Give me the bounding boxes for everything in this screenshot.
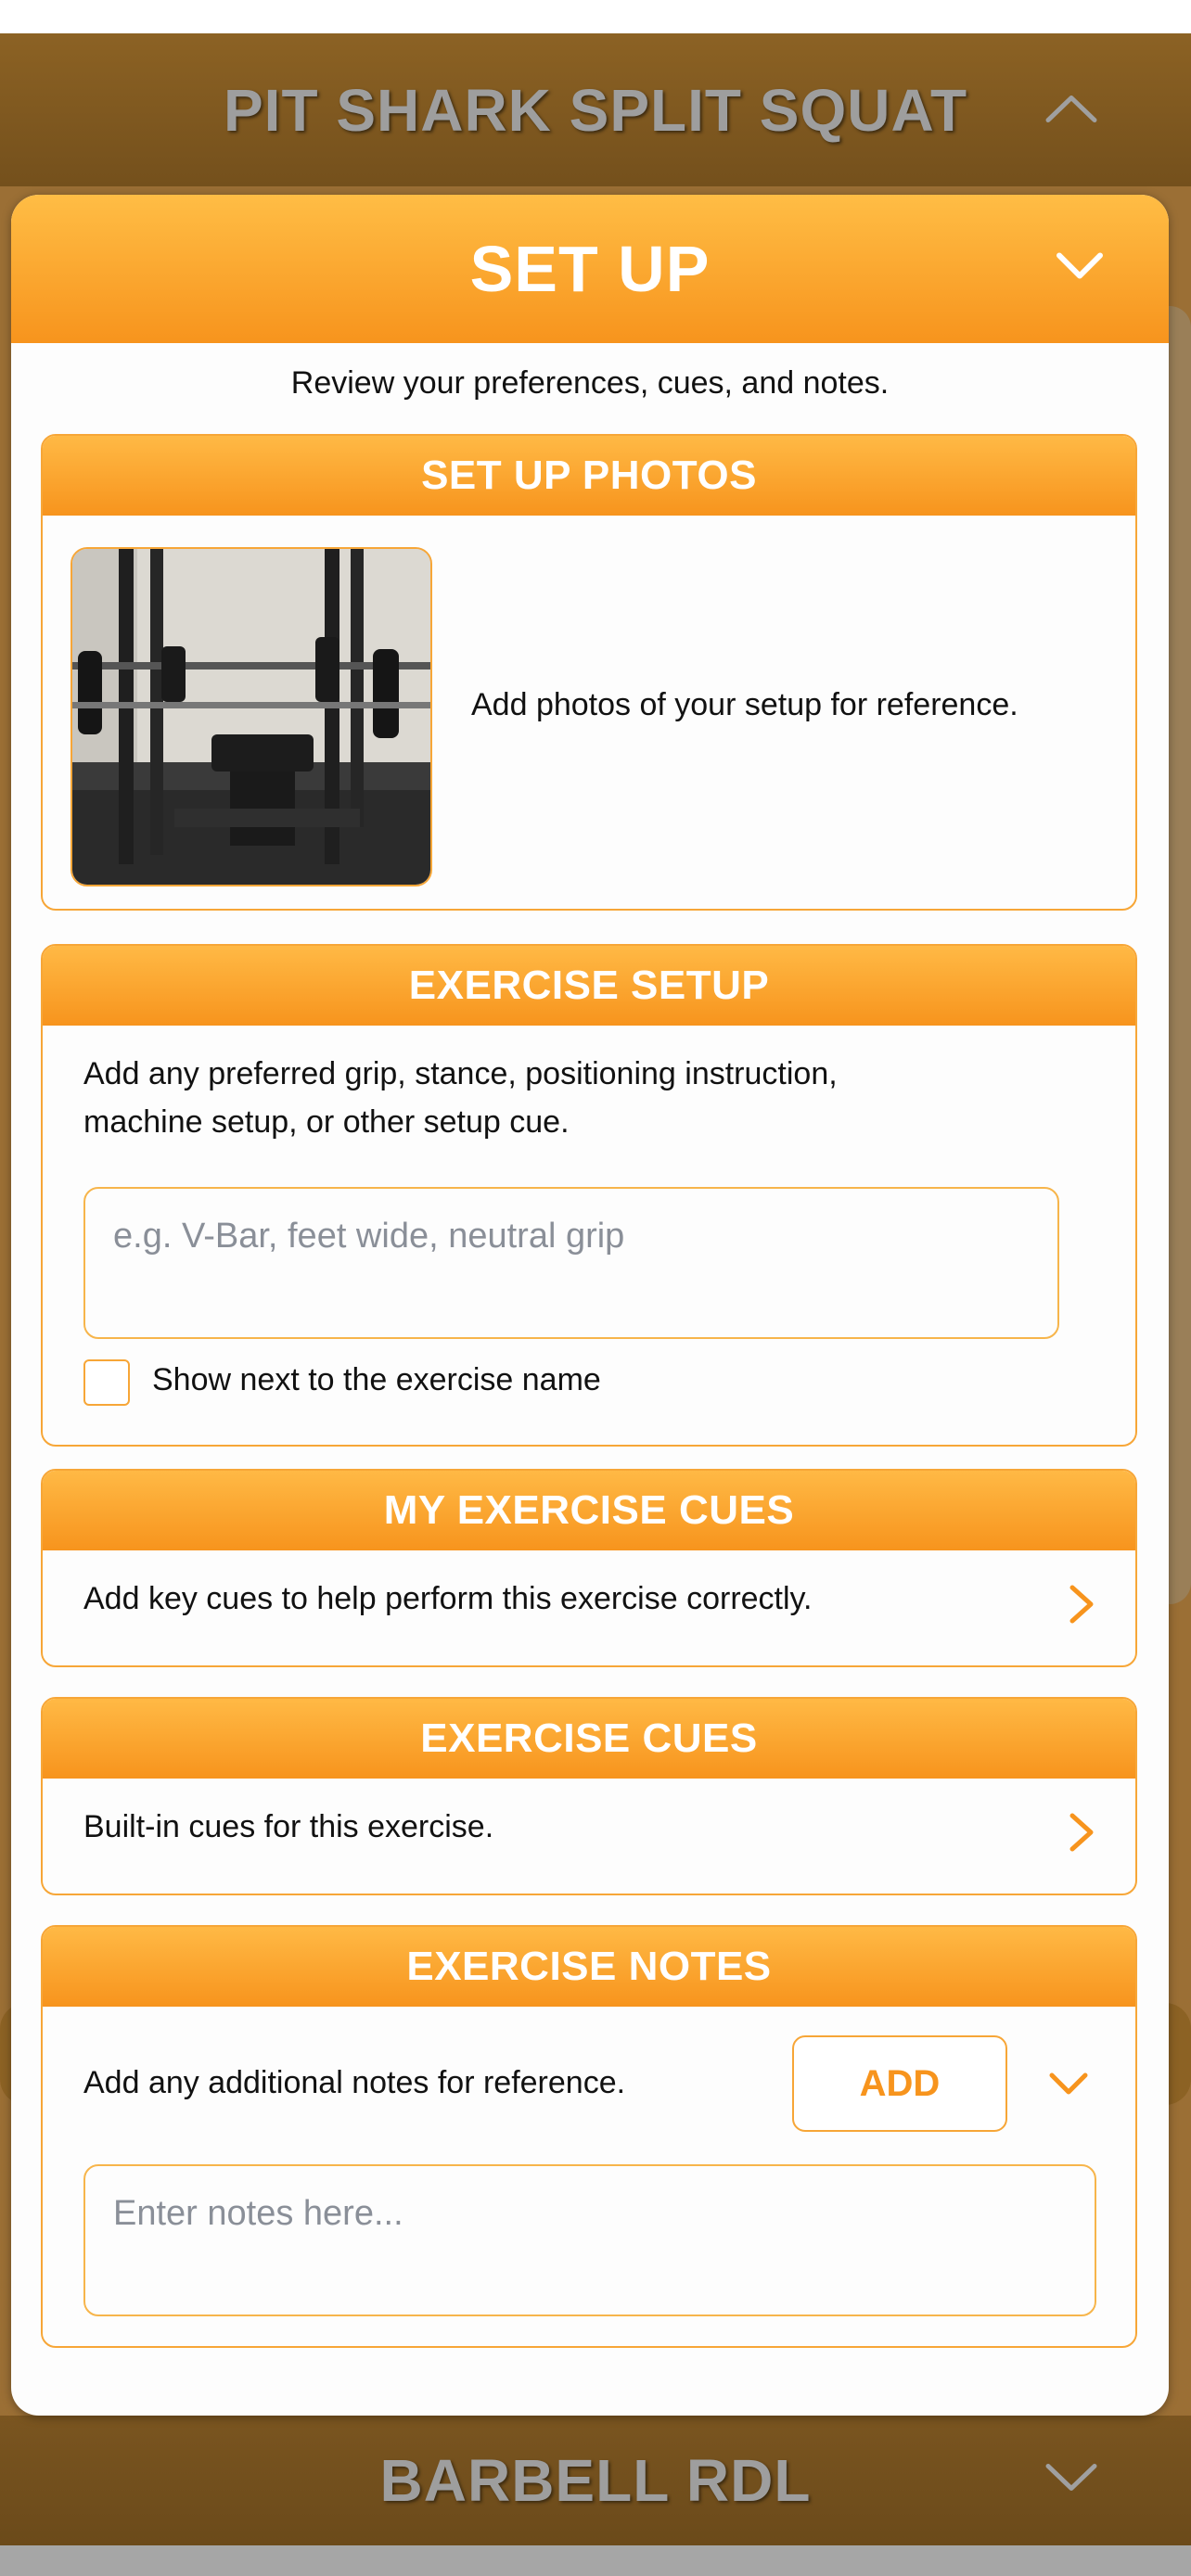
chevron-right-icon[interactable] (1069, 1584, 1095, 1629)
setup-photos-header: SET UP PHOTOS (43, 436, 1135, 516)
background-exercise-header-next[interactable]: BARBELL RDL (0, 2416, 1191, 2545)
bottom-bar (0, 2545, 1191, 2576)
show-next-to-name-checkbox[interactable] (83, 1359, 130, 1406)
background-exercise-title: PIT SHARK SPLIT SQUAT (223, 76, 968, 144)
my-exercise-cues-header: MY EXERCISE CUES (43, 1471, 1135, 1550)
exercise-notes-input[interactable]: Enter notes here... (83, 2164, 1096, 2316)
chevron-down-icon[interactable] (1044, 2463, 1098, 2499)
exercise-cues-description: Built-in cues for this exercise. (83, 1809, 494, 1844)
setup-modal: SET UP Review your preferences, cues, an… (11, 195, 1169, 2416)
modal-title: SET UP (469, 233, 711, 305)
exercise-notes-description: Add any additional notes for reference. (83, 2065, 626, 2100)
exercise-cues-section[interactable]: EXERCISE CUES Built-in cues for this exe… (41, 1697, 1137, 1895)
modal-header[interactable]: SET UP (11, 195, 1169, 343)
chevron-down-icon[interactable] (1048, 2072, 1089, 2102)
background-exercise-header[interactable]: PIT SHARK SPLIT SQUAT (0, 33, 1191, 186)
chevron-right-icon[interactable] (1069, 1812, 1095, 1857)
my-exercise-cues-section[interactable]: MY EXERCISE CUES Add key cues to help pe… (41, 1469, 1137, 1667)
my-exercise-cues-description: Add key cues to help perform this exerci… (83, 1581, 813, 1616)
add-note-button[interactable]: ADD (792, 2035, 1007, 2132)
exercise-setup-section: EXERCISE SETUP Add any preferred grip, s… (41, 944, 1137, 1447)
exercise-setup-header: EXERCISE SETUP (43, 946, 1135, 1026)
exercise-setup-description-line2: machine setup, or other setup cue. (83, 1104, 570, 1140)
exercise-setup-input-placeholder: e.g. V-Bar, feet wide, neutral grip (113, 1217, 625, 1256)
exercise-notes-header: EXERCISE NOTES (43, 1927, 1135, 2007)
exercise-notes-placeholder: Enter notes here... (113, 2194, 403, 2233)
background-exercise-title-next: BARBELL RDL (379, 2447, 812, 2514)
setup-photos-section: SET UP PHOTOS Add photos of your setup f… (41, 434, 1137, 911)
exercise-setup-input[interactable]: e.g. V-Bar, feet wide, neutral grip (83, 1187, 1059, 1339)
exercise-cues-header: EXERCISE CUES (43, 1699, 1135, 1779)
status-bar-area (0, 0, 1191, 33)
modal-subtitle: Review your preferences, cues, and notes… (290, 365, 890, 401)
collapse-chevron-icon[interactable] (1056, 252, 1104, 287)
checkbox-label: Show next to the exercise name (152, 1362, 601, 1397)
setup-photo-thumbnail[interactable] (70, 547, 432, 886)
setup-photos-description: Add photos of your setup for reference. (471, 687, 1018, 722)
chevron-up-icon[interactable] (1044, 92, 1098, 128)
exercise-notes-section: EXERCISE NOTES Add any additional notes … (41, 1925, 1137, 2348)
exercise-setup-description-line1: Add any preferred grip, stance, position… (83, 1056, 838, 1091)
